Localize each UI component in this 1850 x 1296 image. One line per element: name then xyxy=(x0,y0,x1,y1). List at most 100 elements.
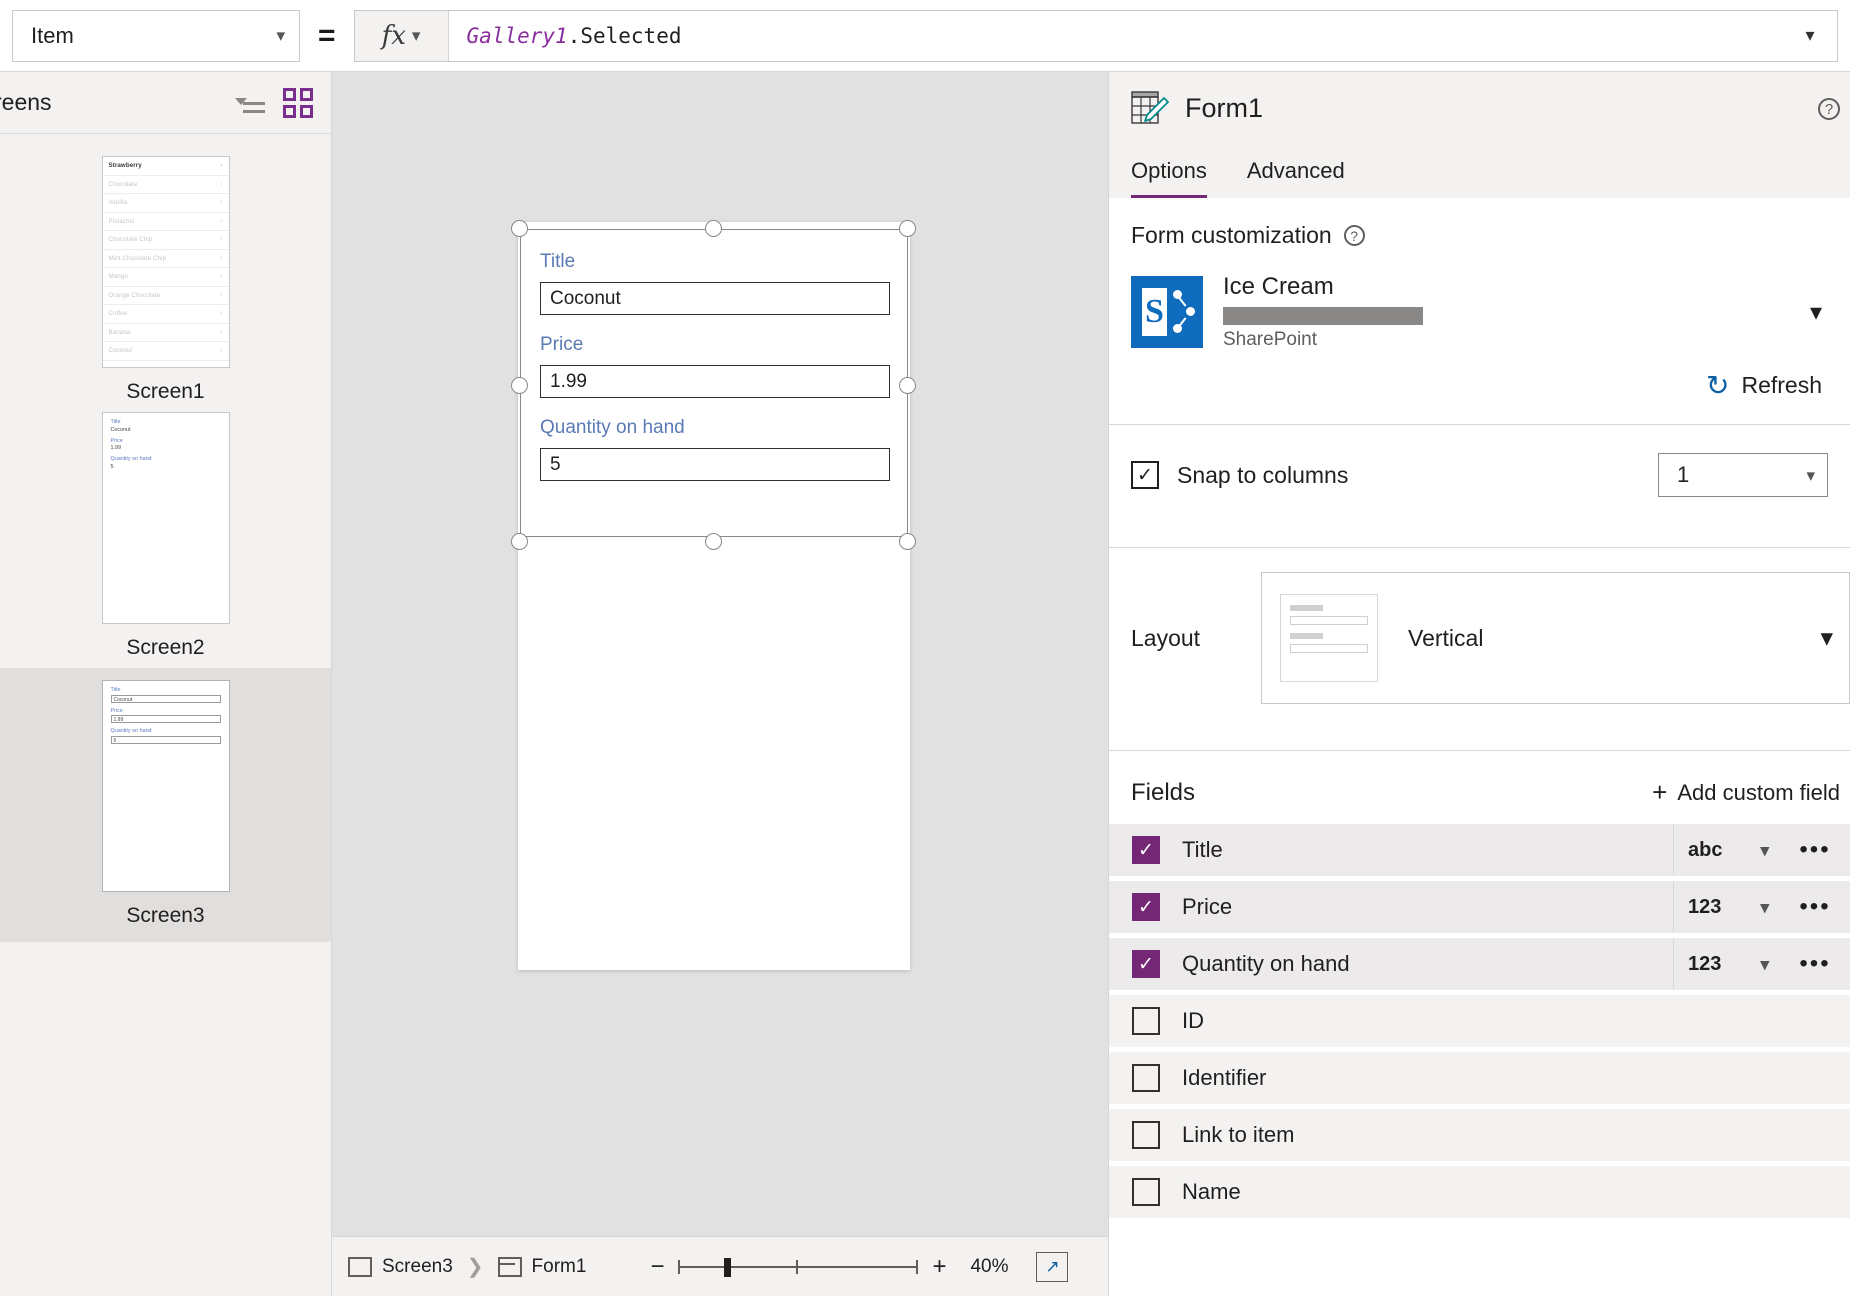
zoom-slider-tick xyxy=(678,1259,681,1274)
zoom-level-label: 40% xyxy=(970,1255,1009,1277)
gallery-row-label: Pistachio xyxy=(108,217,135,225)
field-checkbox[interactable]: ✓ xyxy=(1132,893,1160,921)
field-name: Quantity on hand xyxy=(1182,951,1350,976)
field-label-quantity: Quantity on hand xyxy=(540,417,685,438)
zoom-slider-track xyxy=(678,1265,919,1268)
properties-pane-title: Form1 xyxy=(1185,92,1264,123)
field-checkbox[interactable] xyxy=(1132,1064,1160,1092)
field-checkbox[interactable] xyxy=(1132,1121,1160,1149)
field-type-select[interactable]: 123 ▾ xyxy=(1673,939,1781,989)
tab-options[interactable]: Options xyxy=(1131,158,1207,198)
data-source-kind: SharePoint xyxy=(1223,329,1318,350)
field-more-button[interactable]: ••• xyxy=(1781,950,1849,978)
screen-thumbnail-screen3[interactable]: Title Coconut Price 1.99 Quantity on han… xyxy=(0,668,331,942)
field-type-select[interactable]: abc ▾ xyxy=(1673,825,1781,875)
field-checkbox[interactable]: ✓ xyxy=(1132,836,1160,864)
layout-value: Vertical xyxy=(1408,624,1484,651)
zoom-out-button[interactable]: − xyxy=(648,1253,666,1281)
fx-button[interactable]: fx ▾ xyxy=(354,10,449,61)
app-canvas[interactable]: Title Coconut Price 1.99 Quantity on han… xyxy=(332,72,1108,1296)
zoom-in-button[interactable]: + xyxy=(930,1253,948,1281)
gallery-row-label: Chocolate Chip xyxy=(108,236,153,244)
field-row-title[interactable]: ✓ Title abc ▾ ••• xyxy=(1109,824,1850,876)
snap-to-columns-checkbox[interactable]: ✓ xyxy=(1131,461,1159,489)
status-bar: Screen3 ❯ Form1 − + 40% ↗ xyxy=(332,1236,1108,1296)
field-name: Identifier xyxy=(1182,1065,1267,1090)
field-checkbox[interactable]: ✓ xyxy=(1132,950,1160,978)
help-icon[interactable]: ? xyxy=(1818,98,1840,120)
field-input-title[interactable]: Coconut xyxy=(540,282,890,315)
chevron-down-icon[interactable]: ▾ xyxy=(1810,298,1828,327)
field-type-value: 123 xyxy=(1688,895,1722,918)
resize-handle-bottom-right[interactable] xyxy=(899,533,916,550)
form-control-selection[interactable]: Title Coconut Price 1.99 Quantity on han… xyxy=(511,220,916,550)
field-row-link-to-item[interactable]: Link to item xyxy=(1109,1109,1850,1161)
screen-thumbnail-screen2[interactable]: Title Coconut Price 1.99 Quantity on han… xyxy=(0,412,331,668)
resize-handle-top-left[interactable] xyxy=(511,220,528,237)
screen-thumbnail-list: Strawberry › Chocolate › Vanilla › Pistachi… xyxy=(0,134,331,942)
tree-view-icon[interactable] xyxy=(235,91,265,115)
formula-expand-icon[interactable]: ▾ xyxy=(1783,25,1837,46)
add-custom-field-button[interactable]: + Add custom field xyxy=(1652,777,1840,808)
properties-pane: Form1 ? Options Advanced Form customizat… xyxy=(1108,72,1850,1296)
add-custom-field-label: Add custom field xyxy=(1677,779,1840,805)
field-more-button[interactable]: ••• xyxy=(1781,893,1849,921)
fit-to-screen-icon[interactable]: ↗ xyxy=(1036,1251,1069,1282)
mini-field-input: 1.99 xyxy=(110,715,221,723)
zoom-slider-tick xyxy=(916,1259,919,1274)
columns-select[interactable]: 1 ▾ xyxy=(1658,453,1828,497)
snap-to-columns-label: Snap to columns xyxy=(1177,461,1349,488)
field-input-price[interactable]: 1.99 xyxy=(540,365,890,398)
gallery-row-label: Coffee xyxy=(108,310,128,318)
screen-icon xyxy=(348,1256,372,1277)
resize-handle-middle-right[interactable] xyxy=(899,377,916,394)
zoom-slider[interactable] xyxy=(678,1256,919,1278)
field-row-id[interactable]: ID xyxy=(1109,995,1850,1047)
breadcrumb-form1[interactable]: Form1 xyxy=(497,1256,586,1278)
mini-field-value: 1.99 xyxy=(110,445,122,451)
fx-label: fx xyxy=(381,20,406,51)
field-input-quantity[interactable]: 5 xyxy=(540,448,890,481)
formula-input[interactable]: Gallery1.Selected xyxy=(449,24,1783,48)
resize-handle-bottom-left[interactable] xyxy=(511,533,528,550)
data-source-name: Ice Cream xyxy=(1223,273,1334,300)
data-source-row[interactable]: S Ice Cream SharePoint ▾ xyxy=(1131,273,1828,351)
formula-bar: Item ▾ = fx ▾ Gallery1.Selected ▾ xyxy=(0,0,1850,72)
resize-handle-top-right[interactable] xyxy=(899,220,916,237)
screen3-preview: Title Coconut Price 1.99 Quantity on han… xyxy=(101,680,230,892)
field-checkbox[interactable] xyxy=(1132,1007,1160,1035)
field-type-select[interactable]: 123 ▾ xyxy=(1673,882,1781,932)
field-name: Price xyxy=(1182,894,1233,919)
field-row-name[interactable]: Name xyxy=(1109,1166,1850,1218)
mini-field-label: Title xyxy=(110,687,121,693)
resize-handle-bottom-center[interactable] xyxy=(705,533,722,550)
field-row-price[interactable]: ✓ Price 123 ▾ ••• xyxy=(1109,881,1850,933)
grid-view-icon[interactable] xyxy=(283,87,313,118)
field-row-quantity-on-hand[interactable]: ✓ Quantity on hand 123 ▾ ••• xyxy=(1109,938,1850,990)
field-more-button[interactable]: ••• xyxy=(1781,836,1849,864)
gallery-row-label: Mint Chocolate Chip xyxy=(108,254,167,262)
breadcrumb-screen3[interactable]: Screen3 xyxy=(348,1256,453,1278)
zoom-slider-knob[interactable] xyxy=(724,1257,732,1277)
chevron-down-icon: ▾ xyxy=(1760,840,1769,860)
gallery-row: Pistachio › xyxy=(102,213,229,231)
property-select[interactable]: Item ▾ xyxy=(12,9,300,62)
resize-handle-top-center[interactable] xyxy=(705,220,722,237)
tab-advanced[interactable]: Advanced xyxy=(1247,158,1345,198)
screen-thumbnail-label: Screen3 xyxy=(126,904,205,927)
field-row-identifier[interactable]: Identifier xyxy=(1109,1052,1850,1104)
help-icon[interactable]: ? xyxy=(1343,225,1365,246)
field-checkbox[interactable] xyxy=(1132,1178,1160,1206)
gallery-row: Coconut › xyxy=(102,342,229,361)
gallery-row-label: Banana xyxy=(108,328,131,336)
layout-select[interactable]: Vertical ▾ xyxy=(1261,572,1850,704)
resize-handle-middle-left[interactable] xyxy=(511,377,528,394)
gallery-row: Coffee › xyxy=(102,305,229,324)
layout-preview-vertical-icon xyxy=(1280,594,1378,682)
mini-field-label: Quantity on hand xyxy=(110,728,152,734)
mini-field-value: 5 xyxy=(110,463,114,470)
form-customization-label: Form customization xyxy=(1131,222,1332,248)
screen-thumbnail-screen1[interactable]: Strawberry › Chocolate › Vanilla › Pistachi… xyxy=(0,156,331,412)
refresh-button[interactable]: ↻ Refresh xyxy=(1131,369,1828,402)
formula-input-wrap[interactable]: fx ▾ Gallery1.Selected ▾ xyxy=(353,9,1838,62)
